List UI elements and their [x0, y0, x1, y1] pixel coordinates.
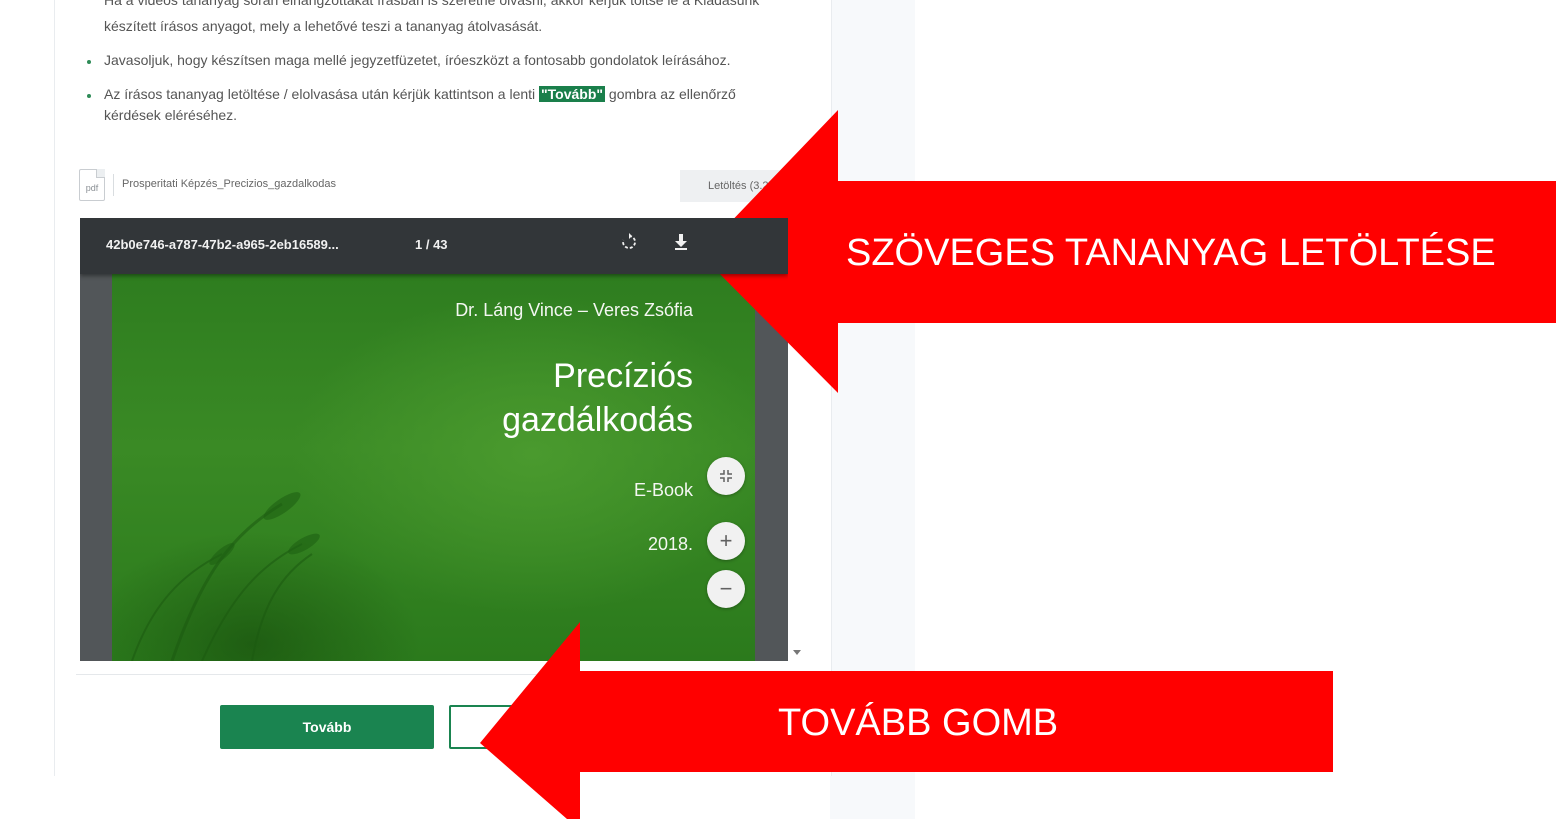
intro-cut-line: Ha a videós tananyag során elhangzottaka…: [104, 0, 760, 8]
cover-title-line1: Precíziós: [553, 357, 693, 395]
pdf-file-icon: pdf: [79, 169, 105, 201]
next-button[interactable]: Tovább: [220, 705, 434, 749]
zoom-in-button[interactable]: +: [707, 522, 745, 560]
bullet-dot: [87, 60, 91, 64]
rotate-icon[interactable]: [618, 233, 640, 255]
section-divider: [76, 674, 808, 675]
arrow-download-label: SZÖVEGES TANANYAG LETÖLTÉSE: [846, 232, 1496, 274]
bullet-dot: [87, 94, 91, 98]
zoom-out-button[interactable]: −: [707, 570, 745, 608]
file-attachment-row: pdf Prosperitati Képzés_Precizios_gazdal…: [79, 168, 794, 204]
file-name: Prosperitati Képzés_Precizios_gazdalkoda…: [122, 178, 337, 190]
intro-bullet3: Az írásos tananyag letöltése / elolvasás…: [104, 84, 736, 105]
cover-title-line2: gazdálkodás: [502, 401, 693, 439]
file-separator: [113, 174, 114, 196]
viewer-scrollbar[interactable]: [788, 218, 806, 661]
cover-year: 2018.: [647, 534, 693, 554]
intro-bullet3-cont: kérdések eléréséhez.: [104, 107, 238, 123]
download-icon[interactable]: [670, 233, 692, 255]
wheat-field-graphic: [131, 492, 320, 661]
bullet3-highlight: "Tovább": [539, 86, 606, 102]
pdf-viewer-toolbar: 42b0e746-a787-47b2-a965-2eb16589... 1 / …: [80, 218, 788, 274]
cover-author: Dr. Láng Vince – Veres Zsófia: [455, 300, 693, 320]
intro-bullet2: Javasoljuk, hogy készítsen maga mellé je…: [104, 52, 731, 68]
bullet3-text-a: Az írásos tananyag letöltése / elolvasás…: [104, 86, 540, 102]
page-backdrop-right: [830, 0, 915, 819]
cover-subtitle: E-Book: [633, 480, 693, 500]
pdf-viewer[interactable]: 42b0e746-a787-47b2-a965-2eb16589... 1 / …: [80, 218, 788, 661]
bullet3-text-b: gombra az ellenőrző: [605, 86, 736, 102]
pdf-document-title: 42b0e746-a787-47b2-a965-2eb16589...: [106, 237, 339, 252]
arrow-next-label: TOVÁBB GOMB: [778, 702, 1059, 744]
pdf-page-cover: Dr. Láng Vince – Veres Zsófia Precíziós …: [112, 274, 755, 661]
pdf-page-counter: 1 / 43: [415, 237, 448, 252]
fit-page-icon[interactable]: [707, 457, 745, 495]
scroll-down-icon[interactable]: [793, 650, 801, 655]
intro-line1-cont: készített írásos anyagot, mely a lehetőv…: [104, 18, 543, 34]
cover-title: Precíziós gazdálkodás: [502, 354, 693, 442]
file-download-button[interactable]: Letöltés (3.27: [680, 170, 794, 202]
secondary-outline-button[interactable]: [449, 705, 609, 749]
